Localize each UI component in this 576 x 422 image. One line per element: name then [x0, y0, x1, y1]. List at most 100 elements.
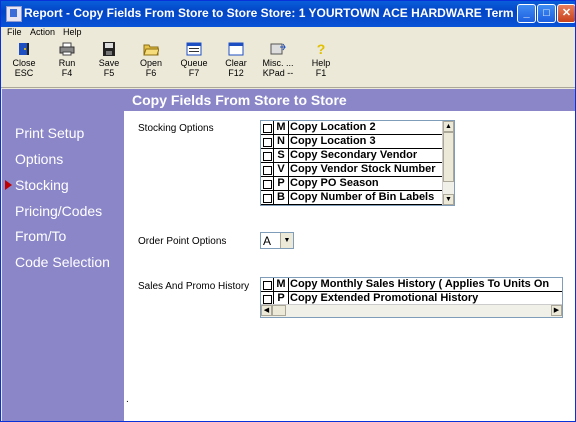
- clear-tool-button[interactable]: Clear F12: [216, 42, 256, 78]
- option-text: Copy PO Season: [290, 177, 379, 189]
- list-item[interactable]: M Copy Monthly Sales History ( Applies T…: [261, 278, 562, 292]
- close-tool-button[interactable]: Close ESC: [4, 42, 44, 78]
- run-tool-label: Run: [58, 58, 76, 68]
- save-tool-button[interactable]: Save F5: [89, 42, 129, 78]
- sidebar-item-print-setup[interactable]: Print Setup: [15, 125, 84, 141]
- report-window: Report - Copy Fields From Store to Store…: [0, 0, 576, 422]
- close-tool-key: ESC: [14, 68, 34, 78]
- scroll-thumb[interactable]: [443, 132, 454, 182]
- sidebar-item-code-selection[interactable]: Code Selection: [15, 254, 110, 270]
- order-point-value: A: [263, 234, 272, 248]
- checkbox[interactable]: [263, 152, 272, 161]
- list-item[interactable]: M Copy Location 2: [261, 121, 443, 135]
- checkbox[interactable]: [263, 166, 272, 175]
- queue-tool-button[interactable]: Queue F7: [174, 42, 214, 78]
- list-item[interactable]: S Copy Secondary Vendor: [261, 149, 443, 163]
- active-arrow-icon: [5, 180, 12, 190]
- footer-mark: .: [126, 394, 129, 405]
- sidebar-item-options[interactable]: Options: [15, 151, 63, 167]
- menu-file[interactable]: File: [7, 27, 22, 37]
- option-text: Copy Location 3: [290, 135, 376, 147]
- queue-tool-label: Queue: [180, 58, 208, 68]
- maximize-button[interactable]: □: [537, 4, 556, 23]
- menu-action[interactable]: Action: [30, 27, 55, 37]
- stocking-options-label: Stocking Options: [138, 123, 214, 134]
- folder-open-icon: [143, 44, 159, 56]
- sidebar-item-stocking[interactable]: Stocking: [15, 177, 69, 193]
- list-item[interactable]: N Copy Location 3: [261, 135, 443, 149]
- queue-eod-icon: [186, 42, 202, 56]
- run-tool-button[interactable]: Run F4: [47, 42, 87, 78]
- menu-help[interactable]: Help: [63, 27, 82, 37]
- sales-promo-history-label: Sales And Promo History: [138, 281, 250, 292]
- sidebar-item-from-to[interactable]: From/To: [15, 228, 66, 244]
- help-tool-key: F1: [315, 68, 327, 78]
- floppy-disk-icon: [103, 42, 115, 56]
- toolbar: Close ESC Run F4 Save F5 Open F6 Queue F…: [1, 39, 575, 88]
- option-text: Copy Monthly Sales History ( Applies To …: [290, 278, 550, 290]
- menu-bar: File Action Help: [1, 27, 575, 39]
- open-tool-button[interactable]: Open F6: [131, 42, 171, 78]
- list-item[interactable]: P Copy PO Season: [261, 177, 443, 191]
- chevron-down-icon[interactable]: ▼: [280, 233, 293, 248]
- option-text: Copy Location 2: [290, 121, 376, 133]
- scroll-left-icon[interactable]: ◀: [261, 305, 272, 316]
- help-tool-button[interactable]: ? Help F1: [301, 42, 341, 78]
- checkbox[interactable]: [263, 138, 272, 147]
- option-text: Copy Secondary Vendor: [290, 149, 418, 161]
- option-code: M: [273, 121, 289, 134]
- app-icon: [6, 6, 22, 22]
- list-item[interactable]: B Copy Number of Bin Labels: [261, 191, 443, 205]
- stocking-scrollbar[interactable]: ▲ ▼: [442, 121, 454, 205]
- order-point-options-label: Order Point Options: [138, 236, 227, 247]
- queue-tool-key: F7: [188, 68, 200, 78]
- option-code: N: [273, 135, 289, 148]
- misc-tool-button[interactable]: Misc. ... KPad --: [258, 42, 298, 78]
- stocking-options-list[interactable]: M Copy Location 2 N Copy Location 3 S Co…: [260, 120, 455, 206]
- open-tool-label: Open: [139, 58, 163, 68]
- checkbox[interactable]: [263, 295, 272, 304]
- run-tool-key: F4: [61, 68, 73, 78]
- list-item[interactable]: V Copy Vendor Stock Number: [261, 163, 443, 177]
- sales-history-list[interactable]: M Copy Monthly Sales History ( Applies T…: [260, 277, 563, 318]
- page-title: Copy Fields From Store to Store: [132, 92, 347, 108]
- checkbox[interactable]: [263, 281, 272, 290]
- window-title: Report - Copy Fields From Store to Store…: [24, 6, 514, 20]
- sidebar-item-pricing-codes[interactable]: Pricing/Codes: [15, 203, 102, 219]
- scroll-down-icon[interactable]: ▼: [443, 194, 454, 205]
- save-tool-key: F5: [103, 68, 115, 78]
- minimize-button[interactable]: _: [517, 4, 536, 23]
- clear-window-icon: [228, 42, 244, 56]
- scroll-up-icon[interactable]: ▲: [443, 121, 454, 132]
- clear-tool-label: Clear: [225, 58, 247, 68]
- option-code: B: [273, 191, 289, 204]
- content-panel: Stocking Options M Copy Location 2 N Cop…: [124, 111, 575, 421]
- clear-tool-key: F12: [228, 68, 244, 78]
- checkbox[interactable]: [263, 124, 272, 133]
- misc-tool-key: KPad --: [262, 68, 294, 78]
- misc-keypad-icon: [270, 43, 286, 55]
- maximize-icon: □: [543, 7, 550, 19]
- misc-tool-label: Misc. ...: [262, 58, 294, 68]
- option-text: Copy Number of Bin Labels: [290, 191, 435, 203]
- order-point-select[interactable]: A ▼: [260, 232, 294, 249]
- page-header: Copy Fields From Store to Store: [124, 89, 575, 111]
- close-icon: ✕: [561, 7, 572, 19]
- checkbox[interactable]: [263, 194, 272, 203]
- checkbox[interactable]: [263, 180, 272, 189]
- scroll-thumb[interactable]: [272, 305, 286, 316]
- close-window-button[interactable]: ✕: [557, 4, 575, 23]
- help-question-icon: ?: [317, 42, 326, 56]
- help-tool-label: Help: [311, 58, 331, 68]
- printer-icon: [59, 42, 75, 56]
- sales-hscrollbar[interactable]: ◀ ▶: [261, 304, 562, 317]
- option-code: P: [273, 177, 289, 190]
- door-exit-icon: [19, 43, 29, 55]
- svg-text:?: ?: [317, 42, 326, 56]
- option-code: M: [273, 278, 289, 291]
- option-code: V: [273, 163, 289, 176]
- scroll-right-icon[interactable]: ▶: [551, 305, 562, 316]
- option-text: Copy Vendor Stock Number: [290, 163, 436, 175]
- close-tool-label: Close: [12, 58, 36, 68]
- save-tool-label: Save: [98, 58, 120, 68]
